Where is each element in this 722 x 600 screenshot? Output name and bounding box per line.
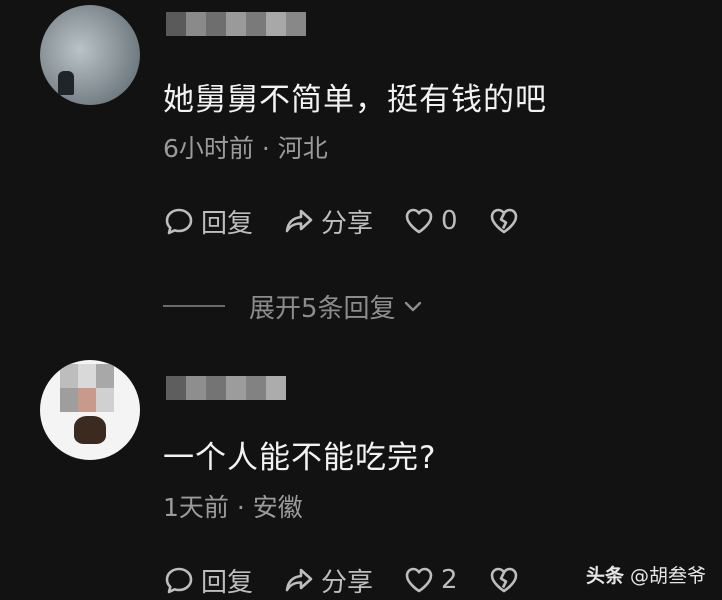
expand-replies-button[interactable]: 展开5条回复 xyxy=(249,288,426,325)
share-button[interactable]: 分享 xyxy=(283,562,373,599)
like-button[interactable]: 2 xyxy=(403,564,458,596)
comment-text: 一个人能不能吃完? xyxy=(163,440,437,476)
divider-line xyxy=(163,305,225,307)
share-label: 分享 xyxy=(321,567,374,598)
avatar-figure xyxy=(58,71,74,95)
dislike-button[interactable] xyxy=(488,564,526,596)
broken-heart-icon xyxy=(490,208,517,234)
comment-actions: 回复 分享 2 xyxy=(163,562,526,598)
avatar-figure xyxy=(74,416,106,444)
share-button[interactable]: 分享 xyxy=(283,203,373,240)
heart-icon xyxy=(405,567,433,593)
like-count: 2 xyxy=(441,565,458,595)
watermark-brand: 头条 xyxy=(585,565,624,587)
username-blurred[interactable] xyxy=(166,376,286,400)
like-count: 0 xyxy=(441,206,458,236)
chevron-down-icon xyxy=(404,301,421,312)
comment-bubble-icon xyxy=(165,567,193,594)
comment-text: 她舅舅不简单，挺有钱的吧 xyxy=(163,82,547,118)
reply-button[interactable]: 回复 xyxy=(163,203,253,240)
comment-actions: 回复 分享 0 xyxy=(163,203,526,239)
broken-heart-icon xyxy=(490,567,517,593)
watermark-handle: @胡叁爷 xyxy=(629,565,706,587)
like-button[interactable]: 0 xyxy=(403,205,458,237)
expand-replies-row: 展开5条回复 xyxy=(163,288,426,324)
share-arrow-icon xyxy=(285,568,313,592)
share-arrow-icon xyxy=(285,209,313,233)
dislike-button[interactable] xyxy=(488,205,526,237)
share-label: 分享 xyxy=(321,208,374,239)
comment-bubble-icon xyxy=(165,208,193,235)
avatar[interactable] xyxy=(40,360,140,460)
reply-label: 回复 xyxy=(201,208,254,239)
heart-icon xyxy=(405,208,433,234)
expand-replies-label: 展开5条回复 xyxy=(249,293,396,324)
avatar[interactable] xyxy=(40,5,140,105)
comment-meta: 1天前 · 安徽 xyxy=(163,493,303,522)
watermark: 头条 @胡叁爷 xyxy=(586,561,706,588)
reply-button[interactable]: 回复 xyxy=(163,562,253,599)
comment-meta: 6小时前 · 河北 xyxy=(163,134,328,163)
username-blurred[interactable] xyxy=(166,12,306,36)
reply-label: 回复 xyxy=(201,567,254,598)
avatar-mosaic xyxy=(60,364,114,412)
